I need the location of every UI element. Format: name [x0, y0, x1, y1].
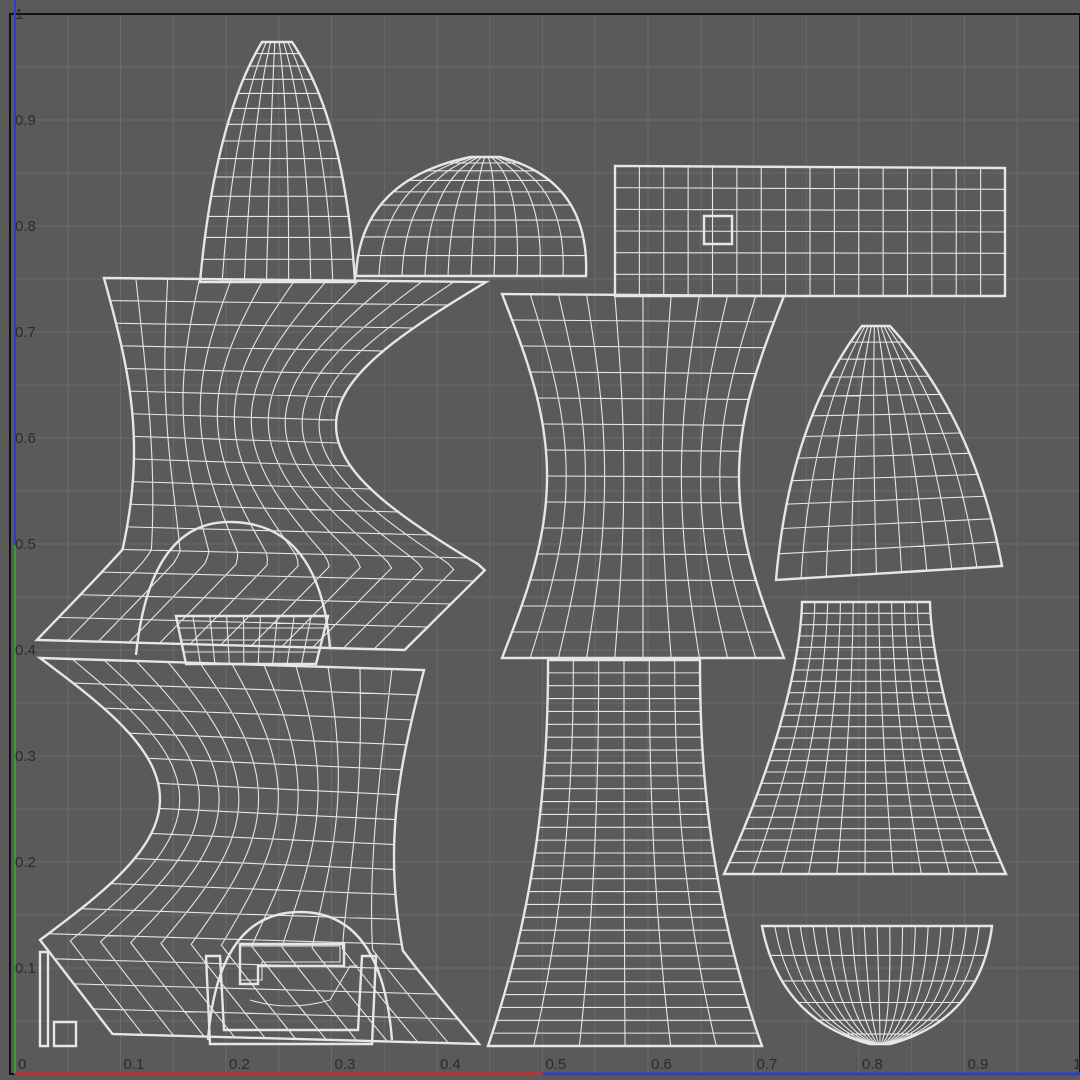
u-tick-label: 0.3 — [335, 1056, 356, 1073]
u-tick-label: 0.1 — [124, 1056, 145, 1073]
v-tick-label: 0.9 — [15, 112, 36, 129]
v-tick-label: 0.1 — [15, 960, 36, 977]
uv-editor-viewport[interactable]: 0 0.1 0.2 0.3 0.4 0.5 0.6 0.7 0.8 0.9 1 0.1 0.2 0.3 0.… — [0, 0, 1080, 1080]
u-tick-label: 0.8 — [862, 1056, 883, 1073]
u-tick-label: 1 — [1073, 1056, 1080, 1073]
u-tick-label: 0.4 — [440, 1056, 461, 1073]
u-tick-label: 0.7 — [757, 1056, 778, 1073]
v-tick-label: 0.3 — [15, 748, 36, 765]
u-tick-label: 0.6 — [651, 1056, 672, 1073]
v-tick-label: 0.4 — [15, 642, 36, 659]
v-tick-label: 0.6 — [15, 430, 36, 447]
v-tick-label: 0.2 — [15, 854, 36, 871]
u-tick-label: 0 — [18, 1056, 26, 1073]
v-tick-label: 0.8 — [15, 218, 36, 235]
u-tick-label: 0.9 — [968, 1056, 989, 1073]
u-tick-label: 0.2 — [229, 1056, 250, 1073]
v-tick-label: 0.5 — [15, 536, 36, 553]
v-tick-label: 1 — [15, 6, 23, 23]
v-tick-label: 0.7 — [15, 324, 36, 341]
uv-canvas[interactable]: 0 0.1 0.2 0.3 0.4 0.5 0.6 0.7 0.8 0.9 1 0.1 0.2 0.3 0.… — [0, 0, 1080, 1080]
u-tick-label: 0.5 — [546, 1056, 567, 1073]
